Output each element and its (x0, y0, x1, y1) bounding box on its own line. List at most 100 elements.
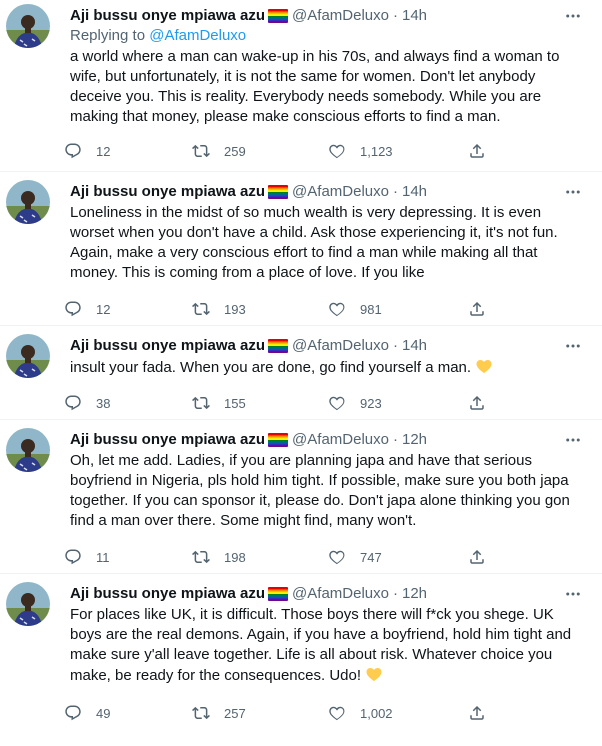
like-button[interactable]: 747 (328, 548, 468, 566)
share-button[interactable] (468, 142, 486, 160)
handle[interactable]: @AfamDeluxo (292, 182, 389, 202)
reply-button[interactable]: 38 (64, 394, 192, 412)
handle[interactable]: @AfamDeluxo (292, 336, 389, 356)
avatar[interactable] (6, 334, 50, 378)
handle[interactable]: @AfamDeluxo (292, 6, 389, 26)
retweet-icon (192, 396, 210, 410)
reply-count: 49 (96, 705, 111, 721)
tweet-text-body: For places like UK, it is difficult. Tho… (70, 606, 572, 684)
tweet-header: Aji bussu onye mpiawa azu @AfamDeluxo · … (70, 182, 586, 202)
rainbow-flag-icon (268, 9, 289, 23)
tweet[interactable]: Aji bussu onye mpiawa azu @AfamDeluxo · … (0, 326, 602, 420)
like-icon (329, 396, 345, 411)
display-name[interactable]: Aji bussu onye mpiawa azu (70, 6, 265, 26)
more-icon[interactable] (562, 182, 584, 202)
share-icon (470, 143, 484, 158)
reply-icon (65, 395, 81, 411)
display-name[interactable]: Aji bussu onye mpiawa azu (70, 584, 265, 604)
replying-prefix: Replying to (70, 27, 146, 44)
tweet[interactable]: Aji bussu onye mpiawa azu @AfamDeluxo · … (0, 574, 602, 746)
rainbow-flag-icon (268, 339, 289, 353)
reply-count: 11 (96, 549, 110, 565)
retweet-icon (192, 302, 210, 316)
tweet-text: Oh, let me add. Ladies, if you are plann… (70, 452, 570, 529)
separator-dot: · (392, 585, 398, 602)
more-icon[interactable] (562, 336, 584, 356)
rainbow-flag-icon (268, 185, 289, 199)
retweet-button[interactable]: 193 (192, 300, 328, 318)
reply-button[interactable]: 12 (64, 142, 192, 160)
share-button[interactable] (468, 300, 486, 318)
tweet[interactable]: Aji bussu onye mpiawa azu @AfamDeluxo · … (0, 172, 602, 326)
handle[interactable]: @AfamDeluxo (292, 430, 389, 450)
share-icon (470, 705, 484, 720)
like-icon (329, 302, 345, 317)
rainbow-flag-icon (268, 433, 289, 447)
share-icon (470, 549, 484, 564)
tweet-actions: 12 259 1,123 (64, 142, 486, 160)
separator-dot: · (392, 7, 398, 24)
rainbow-flag-icon (268, 587, 289, 601)
share-button[interactable] (468, 704, 486, 722)
tweet-text-body: insult your fada. When you are done, go … (70, 359, 472, 376)
avatar[interactable] (6, 582, 50, 626)
like-button[interactable]: 981 (328, 300, 468, 318)
tweet-header: Aji bussu onye mpiawa azu @AfamDeluxo · … (70, 430, 586, 450)
retweet-button[interactable]: 257 (192, 704, 328, 722)
retweet-icon (192, 550, 210, 564)
separator-dot: · (392, 183, 398, 200)
reply-icon (65, 549, 81, 565)
tweet-actions: 11 198 747 (64, 548, 486, 566)
like-icon (329, 144, 345, 159)
share-button[interactable] (468, 394, 486, 412)
timestamp[interactable]: 12h (402, 430, 427, 450)
reply-count: 12 (96, 143, 111, 159)
reply-button[interactable]: 11 (64, 548, 192, 566)
tweet-actions: 49 257 1,002 (64, 704, 486, 722)
retweet-button[interactable]: 198 (192, 548, 328, 566)
like-icon (329, 550, 345, 565)
timestamp[interactable]: 14h (402, 182, 427, 202)
reply-icon (65, 705, 81, 721)
timestamp[interactable]: 14h (402, 6, 427, 26)
more-icon[interactable] (562, 584, 584, 604)
avatar[interactable] (6, 180, 50, 224)
display-name[interactable]: Aji bussu onye mpiawa azu (70, 182, 265, 202)
tweet-actions: 38 155 923 (64, 394, 486, 412)
more-icon[interactable] (562, 6, 584, 26)
like-button[interactable]: 1,002 (328, 704, 468, 722)
avatar[interactable] (6, 4, 50, 48)
like-button[interactable]: 1,123 (328, 142, 468, 160)
tweet[interactable]: Aji bussu onye mpiawa azu @AfamDeluxo · … (0, 0, 602, 172)
like-count: 1,123 (360, 143, 393, 159)
retweet-button[interactable]: 259 (192, 142, 328, 160)
tweet-text: insult your fada. When you are done, go … (70, 357, 586, 378)
handle[interactable]: @AfamDeluxo (292, 584, 389, 604)
reply-button[interactable]: 49 (64, 704, 192, 722)
tweet-text: Loneliness in the midst of so much wealt… (70, 204, 558, 281)
yellow-heart-icon (476, 360, 492, 374)
separator-dot: · (392, 431, 398, 448)
display-name[interactable]: Aji bussu onye mpiawa azu (70, 336, 265, 356)
display-name[interactable]: Aji bussu onye mpiawa azu (70, 430, 265, 450)
tweet-actions: 12 193 981 (64, 300, 486, 318)
reply-button[interactable]: 12 (64, 300, 192, 318)
reply-count: 38 (96, 395, 111, 411)
timestamp[interactable]: 12h (402, 584, 427, 604)
replying-to: Replying to @AfamDeluxo (70, 26, 586, 46)
timestamp[interactable]: 14h (402, 336, 427, 356)
retweet-button[interactable]: 155 (192, 394, 328, 412)
more-icon[interactable] (562, 430, 584, 450)
replying-to-link[interactable]: @AfamDeluxo (149, 27, 246, 44)
retweet-count: 155 (224, 395, 246, 411)
avatar[interactable] (6, 428, 50, 472)
reply-icon (65, 143, 81, 159)
like-button[interactable]: 923 (328, 394, 468, 412)
tweet-text: For places like UK, it is difficult. Tho… (70, 605, 586, 686)
retweet-count: 198 (224, 549, 246, 565)
tweet[interactable]: Aji bussu onye mpiawa azu @AfamDeluxo · … (0, 420, 602, 574)
tweet-header: Aji bussu onye mpiawa azu @AfamDeluxo · … (70, 6, 586, 26)
share-button[interactable] (468, 548, 486, 566)
retweet-icon (192, 706, 210, 720)
like-count: 923 (360, 395, 382, 411)
